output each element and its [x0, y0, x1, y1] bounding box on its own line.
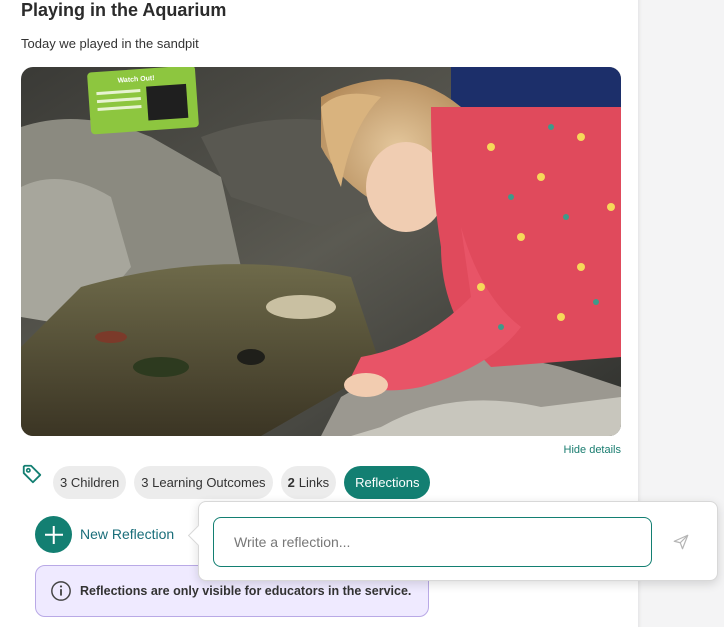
post-title: Playing in the Aquarium: [21, 0, 227, 20]
reflection-popover: [198, 501, 718, 581]
info-text: Reflections are only visible for educato…: [80, 584, 412, 598]
warning-sign: Watch Out!: [87, 67, 199, 135]
chip-label: 3 Children: [60, 475, 120, 490]
post-subtitle: Today we played in the sandpit: [21, 36, 199, 51]
new-reflection-label[interactable]: New Reflection: [80, 526, 174, 542]
chip-label: Links: [298, 475, 330, 490]
chip-label: Reflections: [355, 475, 420, 490]
reflection-input[interactable]: [213, 517, 652, 567]
chip-reflections[interactable]: Reflections: [344, 466, 431, 499]
hide-details-link[interactable]: Hide details: [564, 444, 621, 456]
post-photo[interactable]: Watch Out!: [21, 67, 621, 436]
chip-count: 2: [287, 475, 295, 490]
send-icon[interactable]: [672, 533, 690, 551]
info-icon: [51, 581, 71, 601]
chip-links[interactable]: 2 Links: [280, 466, 337, 499]
chip-label: 3 Learning Outcomes: [141, 475, 266, 490]
new-reflection-button[interactable]: [35, 516, 72, 553]
tag-icon: [22, 464, 42, 484]
chip-learning-outcomes[interactable]: 3 Learning Outcomes: [134, 466, 273, 499]
tag-chips: 3 Children 3 Learning Outcomes 2 Links R…: [53, 466, 431, 499]
chip-children[interactable]: 3 Children: [53, 466, 127, 499]
aquarium-photo: Watch Out!: [21, 67, 621, 436]
